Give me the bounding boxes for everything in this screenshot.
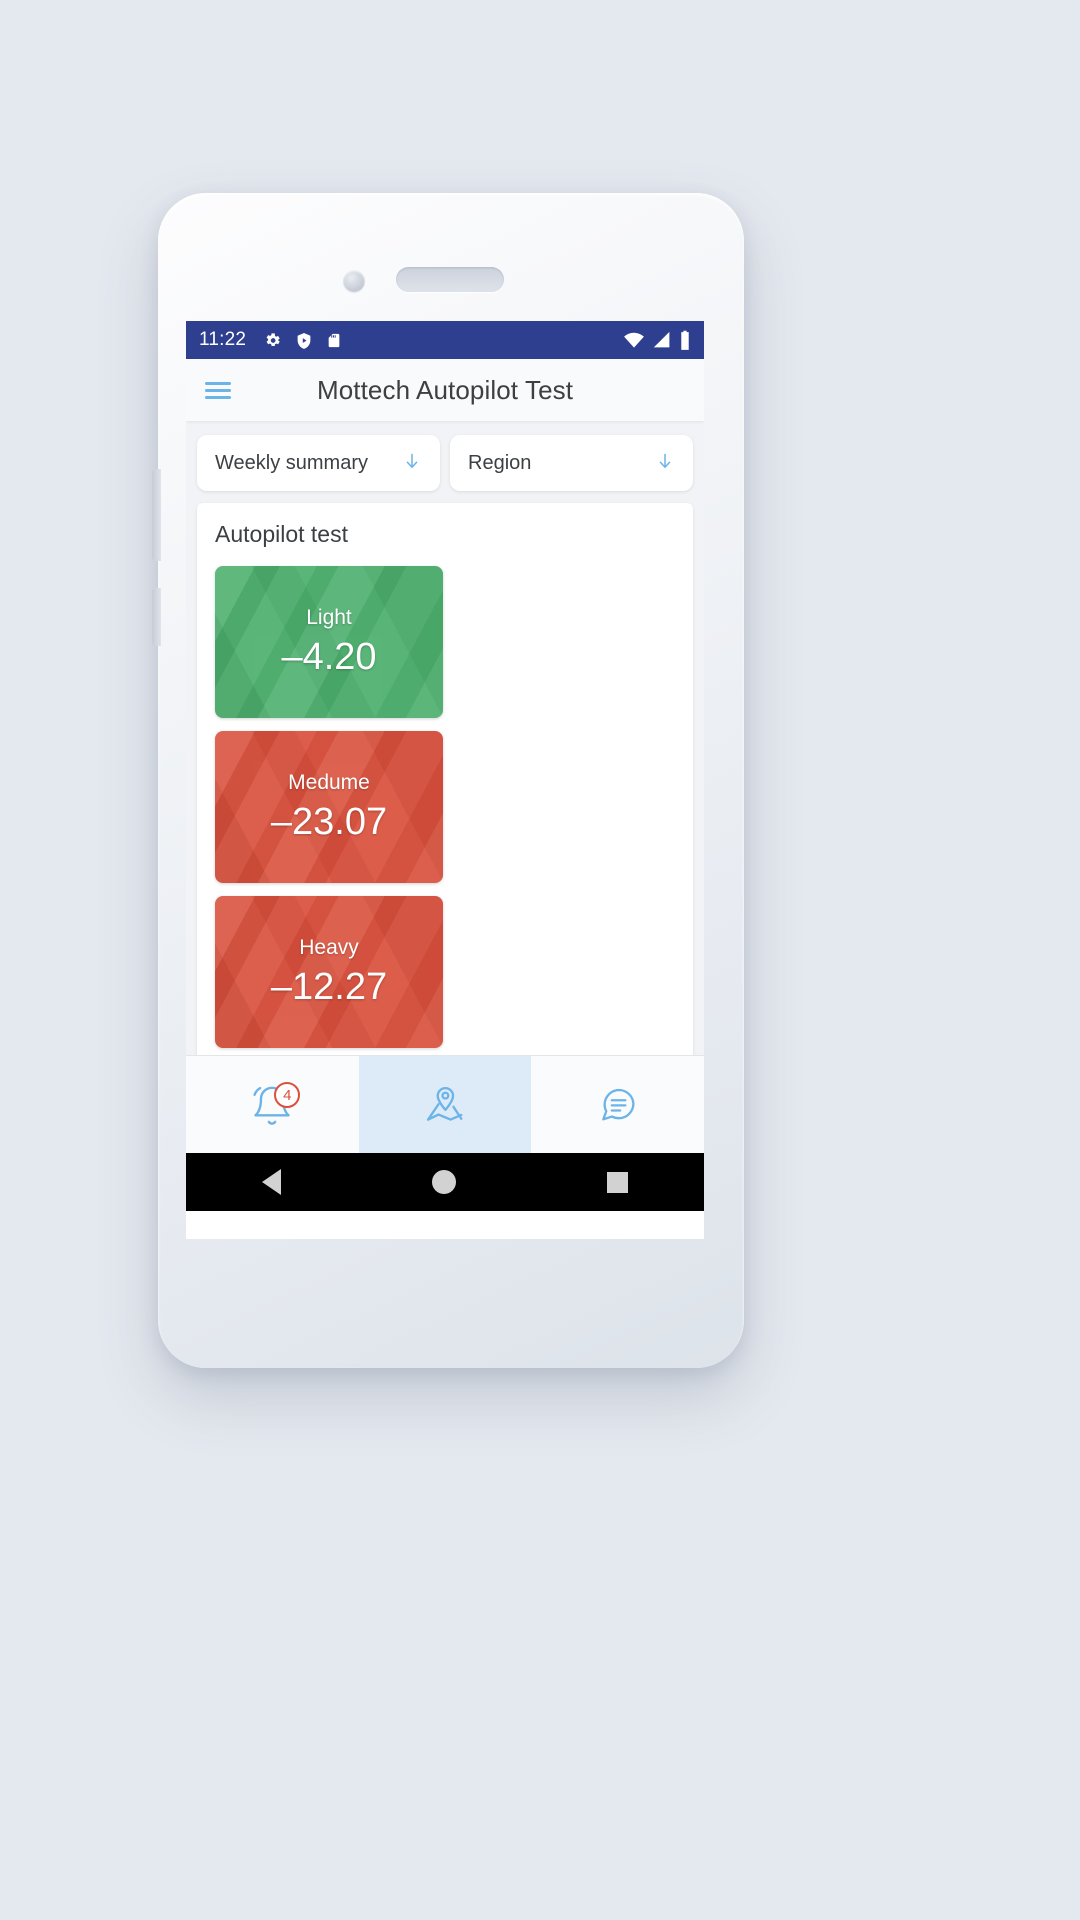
front-camera bbox=[343, 270, 365, 292]
tile-name: Light bbox=[306, 605, 352, 629]
filter-weekly-summary[interactable]: Weekly summary bbox=[197, 435, 440, 491]
sd-card-icon bbox=[328, 333, 340, 347]
alarm-badge-count: 4 bbox=[274, 1082, 301, 1108]
nav-item-map[interactable] bbox=[358, 1056, 532, 1153]
battery-icon bbox=[681, 330, 689, 350]
section-card-autopilot-test: Autopilot test Light –4.20 Medume –23.07… bbox=[197, 503, 693, 1055]
status-clock: 11:22 bbox=[199, 329, 247, 350]
chat-bubbles-icon bbox=[601, 1088, 635, 1120]
tile-medume[interactable]: Medume –23.07 bbox=[215, 731, 443, 883]
signal-icon bbox=[653, 331, 670, 348]
nav-item-alarms[interactable]: 4 bbox=[186, 1056, 359, 1153]
tile-value: –23.07 bbox=[270, 800, 388, 843]
volume-button[interactable] bbox=[152, 469, 161, 561]
app-bar: Mottech Autopilot Test bbox=[186, 359, 704, 421]
shield-play-icon bbox=[297, 332, 311, 349]
tile-value: –4.20 bbox=[281, 635, 377, 678]
bottom-navigation: 4 bbox=[186, 1055, 704, 1153]
gear-icon bbox=[266, 332, 280, 346]
earpiece-speaker bbox=[396, 267, 504, 292]
hamburger-menu-icon bbox=[205, 378, 231, 403]
hamburger-menu-button[interactable] bbox=[186, 378, 250, 403]
tile-light[interactable]: Light –4.20 bbox=[215, 566, 443, 718]
status-right-icons bbox=[623, 330, 691, 351]
filter-region[interactable]: Region bbox=[450, 435, 693, 491]
filter-row: Weekly summary Region bbox=[186, 421, 704, 503]
power-button[interactable] bbox=[152, 588, 161, 646]
map-location-icon bbox=[426, 1086, 463, 1121]
page-title: Mottech Autopilot Test bbox=[316, 374, 574, 405]
filter-label: Weekly summary bbox=[215, 451, 368, 474]
filter-label: Region bbox=[468, 451, 532, 474]
tile-grid: Light –4.20 Medume –23.07 Heavy –12.27 bbox=[215, 566, 675, 1048]
android-navigation-bar bbox=[186, 1153, 704, 1211]
phone-mockup: 11:22 Mottech Autopilot Test Weekly summ… bbox=[152, 193, 744, 1368]
phone-screen: 11:22 Mottech Autopilot Test Weekly summ… bbox=[186, 321, 704, 1239]
section-title: Autopilot test bbox=[215, 521, 348, 547]
status-left-icons bbox=[263, 331, 342, 350]
main-content[interactable]: Weekly summary Region Autopilot test Lig… bbox=[186, 421, 704, 1055]
status-bar: 11:22 bbox=[186, 321, 704, 359]
recents-square-icon[interactable] bbox=[607, 1171, 629, 1193]
arrow-down-icon bbox=[655, 450, 675, 477]
tile-name: Medume bbox=[288, 770, 370, 794]
nav-item-messages[interactable] bbox=[531, 1056, 704, 1153]
tile-heavy[interactable]: Heavy –12.27 bbox=[215, 896, 443, 1048]
back-triangle-icon[interactable] bbox=[261, 1169, 281, 1195]
home-circle-icon[interactable] bbox=[431, 1170, 456, 1194]
tile-value: –12.27 bbox=[270, 965, 388, 1008]
tile-name: Heavy bbox=[299, 935, 359, 959]
wifi-icon bbox=[624, 332, 644, 348]
arrow-down-icon bbox=[402, 450, 422, 477]
